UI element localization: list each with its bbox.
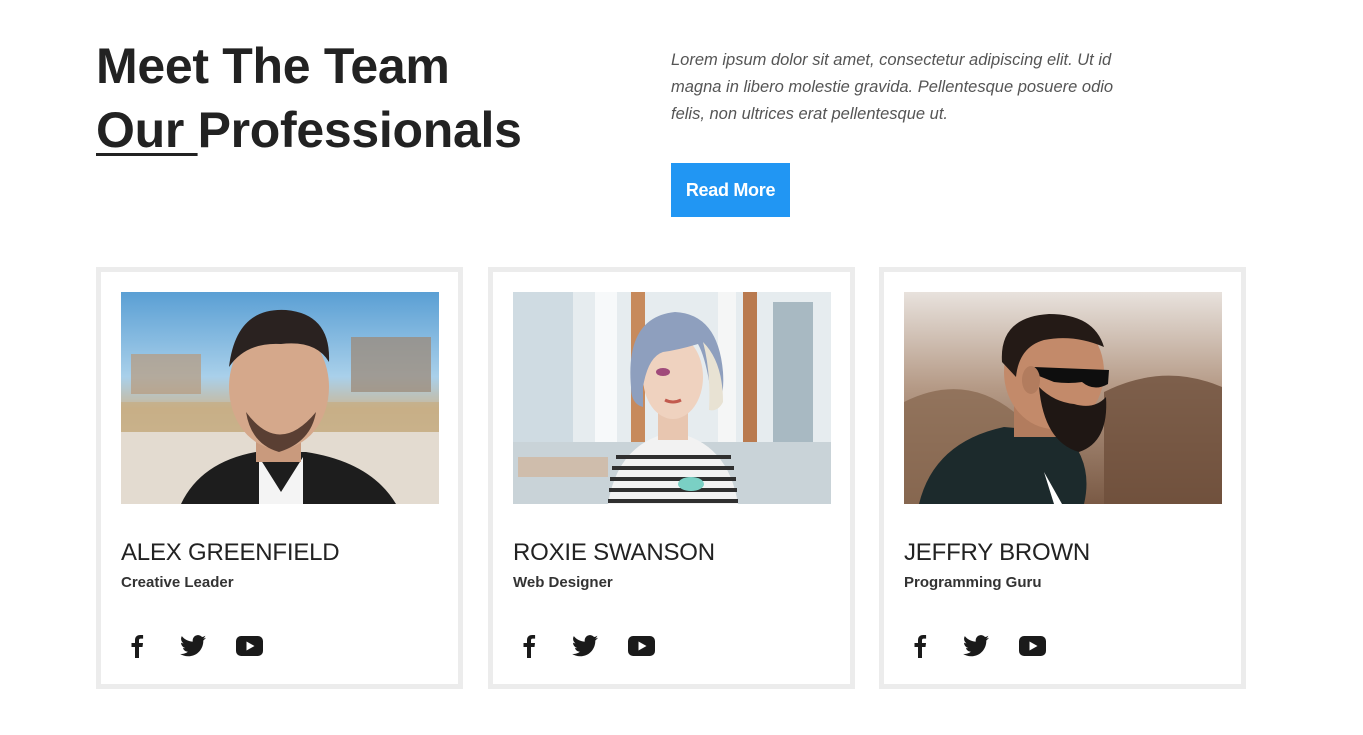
team-card-alex-greenfield: ALEX GREENFIELD Creative Leader — [96, 267, 463, 689]
intro-text: Lorem ipsum dolor sit amet, consectetur … — [671, 51, 1114, 123]
member-photo — [513, 292, 831, 504]
title-line-2: Our Professionals — [96, 98, 522, 162]
member-photo — [904, 292, 1222, 504]
read-more-button[interactable]: Read More — [671, 163, 790, 217]
title-rest-text: Professionals — [197, 102, 522, 158]
team-card-roxie-swanson: ROXIE SWANSON Web Designer — [488, 267, 855, 689]
facebook-icon[interactable] — [121, 630, 153, 662]
facebook-icon[interactable] — [513, 630, 545, 662]
member-role: Web Designer — [513, 574, 613, 591]
social-links — [121, 630, 265, 662]
member-name: JEFFRY BROWN — [904, 539, 1091, 566]
facebook-icon[interactable] — [904, 630, 936, 662]
twitter-icon[interactable] — [960, 630, 992, 662]
twitter-icon[interactable] — [177, 630, 209, 662]
member-name: ROXIE SWANSON — [513, 539, 715, 566]
team-card-jeffry-brown: JEFFRY BROWN Programming Guru — [879, 267, 1246, 689]
twitter-icon[interactable] — [569, 630, 601, 662]
page-title: Meet The Team Our Professionals — [96, 34, 522, 162]
youtube-icon[interactable] — [233, 630, 265, 662]
title-underlined-text: Our — [96, 102, 198, 158]
youtube-icon[interactable] — [625, 630, 657, 662]
member-role: Programming Guru — [904, 574, 1042, 591]
member-role: Creative Leader — [121, 574, 234, 591]
member-photo — [121, 292, 439, 504]
social-links — [513, 630, 657, 662]
youtube-icon[interactable] — [1016, 630, 1048, 662]
title-line-1: Meet The Team — [96, 38, 450, 94]
member-name: ALEX GREENFIELD — [121, 539, 340, 566]
social-links — [904, 630, 1048, 662]
team-section: Meet The Team Our Professionals Lorem ip… — [0, 0, 1363, 735]
